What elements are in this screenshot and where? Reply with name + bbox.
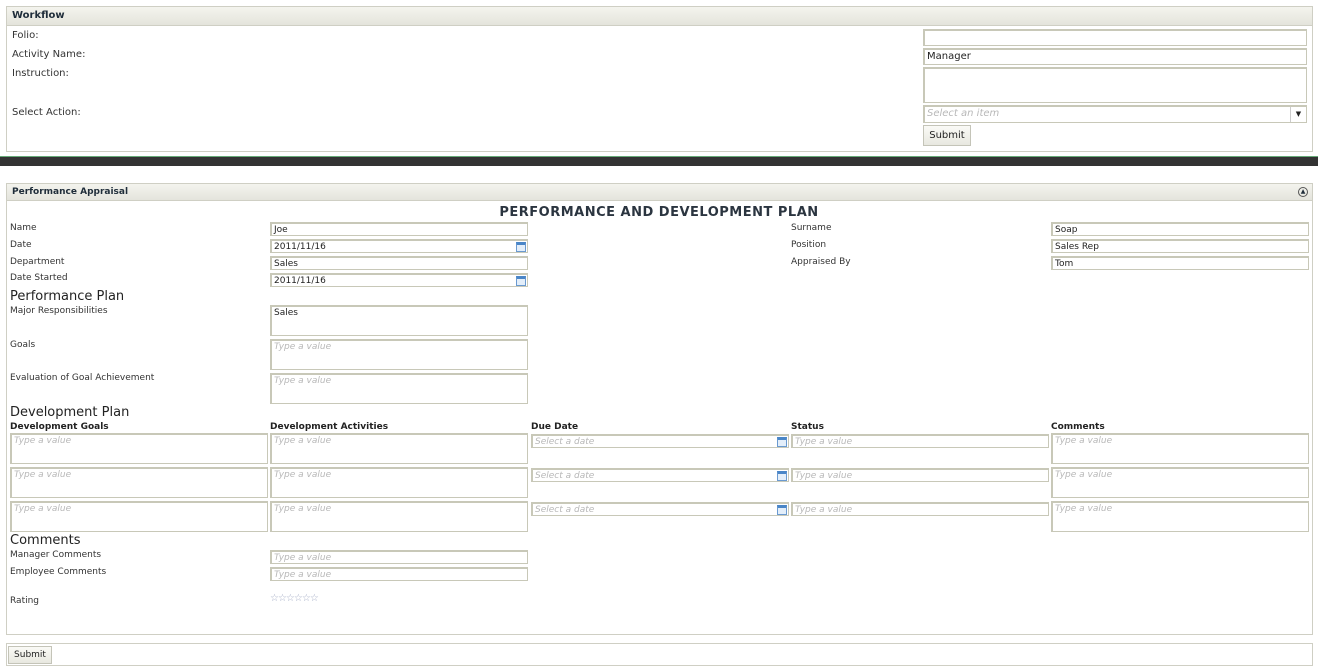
- appraisal-title: Performance Appraisal: [12, 187, 129, 197]
- due-date-placeholder: Select a date: [535, 471, 595, 481]
- due-date-input[interactable]: Select a date: [531, 434, 789, 448]
- calendar-icon[interactable]: [516, 242, 526, 252]
- instruction-textarea[interactable]: [923, 67, 1307, 103]
- manager-comments-label: Manager Comments: [10, 550, 102, 560]
- rating-label: Rating: [10, 596, 40, 606]
- footer-panel: [6, 643, 1313, 666]
- date-value: 2011/11/16: [274, 242, 326, 252]
- workflow-title: Workflow: [12, 10, 65, 21]
- form-heading: PERFORMANCE AND DEVELOPMENT PLAN: [499, 205, 819, 220]
- calendar-icon[interactable]: [777, 471, 787, 481]
- due-date-placeholder: Select a date: [535, 505, 595, 515]
- responsibilities-label: Major Responsibilities: [10, 306, 108, 316]
- status-input[interactable]: Type a value: [791, 502, 1049, 516]
- column-header: Status: [791, 422, 824, 432]
- comments-textarea[interactable]: Type a value: [1051, 433, 1309, 464]
- date-started-value: 2011/11/16: [274, 276, 326, 286]
- manager-comments-input[interactable]: Type a value: [270, 550, 528, 564]
- employee-comments-label: Employee Comments: [10, 567, 107, 577]
- date-input[interactable]: 2011/11/16: [270, 239, 528, 253]
- employee-comments-input[interactable]: Type a value: [270, 567, 528, 581]
- select-action-placeholder: Select an item: [927, 108, 1000, 119]
- due-date-input[interactable]: Select a date: [531, 502, 789, 516]
- status-input[interactable]: Type a value: [791, 468, 1049, 482]
- workflow-submit-button[interactable]: Submit: [923, 125, 971, 146]
- date-label: Date: [10, 240, 32, 250]
- column-header: Development Activities: [270, 422, 389, 432]
- due-date-placeholder: Select a date: [535, 437, 595, 447]
- workflow-header: Workflow: [7, 7, 1312, 26]
- column-header: Due Date: [531, 422, 579, 432]
- department-input[interactable]: Sales: [270, 256, 528, 270]
- calendar-icon[interactable]: [777, 437, 787, 447]
- calendar-icon[interactable]: [516, 276, 526, 286]
- name-label: Name: [10, 223, 37, 233]
- activity-name-input[interactable]: Manager: [923, 48, 1307, 65]
- development-activity-textarea[interactable]: Type a value: [270, 467, 528, 498]
- development-goal-textarea[interactable]: Type a value: [10, 501, 268, 532]
- goals-label: Goals: [10, 340, 36, 350]
- folio-input[interactable]: [923, 29, 1307, 46]
- development-plan-heading: Development Plan: [10, 405, 130, 420]
- select-action-dropdown[interactable]: Select an item ▼: [923, 105, 1307, 123]
- date-started-input[interactable]: 2011/11/16: [270, 273, 528, 287]
- performance-plan-heading: Performance Plan: [10, 289, 125, 304]
- development-activity-textarea[interactable]: Type a value: [270, 433, 528, 464]
- calendar-icon[interactable]: [777, 505, 787, 515]
- column-header: Comments: [1051, 422, 1105, 432]
- column-header: Development Goals: [10, 422, 109, 432]
- comments-textarea[interactable]: Type a value: [1051, 501, 1309, 532]
- appraisal-header: Performance Appraisal ▲: [7, 184, 1312, 201]
- date-started-label: Date Started: [10, 273, 68, 283]
- department-label: Department: [10, 257, 65, 267]
- rating-stars[interactable]: ☆☆☆☆☆☆: [270, 593, 319, 604]
- appraised-by-input[interactable]: Tom: [1051, 256, 1309, 270]
- surname-label: Surname: [791, 223, 832, 233]
- due-date-input[interactable]: Select a date: [531, 468, 789, 482]
- comments-textarea[interactable]: Type a value: [1051, 467, 1309, 498]
- appraised-by-label: Appraised By: [791, 257, 851, 267]
- development-activity-textarea[interactable]: Type a value: [270, 501, 528, 532]
- evaluation-label: Evaluation of Goal Achievement: [10, 373, 155, 383]
- collapse-icon[interactable]: ▲: [1298, 187, 1308, 197]
- instruction-label: Instruction:: [12, 68, 69, 79]
- splitter-bar[interactable]: [0, 156, 1318, 166]
- goals-textarea[interactable]: Type a value: [270, 339, 528, 370]
- evaluation-textarea[interactable]: Type a value: [270, 373, 528, 404]
- activity-name-label: Activity Name:: [12, 49, 86, 60]
- name-input[interactable]: Joe: [270, 222, 528, 236]
- surname-input[interactable]: Soap: [1051, 222, 1309, 236]
- select-action-label: Select Action:: [12, 107, 81, 118]
- development-goal-textarea[interactable]: Type a value: [10, 433, 268, 464]
- development-goal-textarea[interactable]: Type a value: [10, 467, 268, 498]
- chevron-down-icon[interactable]: ▼: [1290, 107, 1306, 122]
- status-input[interactable]: Type a value: [791, 434, 1049, 448]
- position-input[interactable]: Sales Rep: [1051, 239, 1309, 253]
- folio-label: Folio:: [12, 30, 39, 41]
- footer-submit-button[interactable]: Submit: [8, 646, 52, 664]
- comments-heading: Comments: [10, 533, 81, 548]
- responsibilities-textarea[interactable]: Sales: [270, 305, 528, 336]
- position-label: Position: [791, 240, 827, 250]
